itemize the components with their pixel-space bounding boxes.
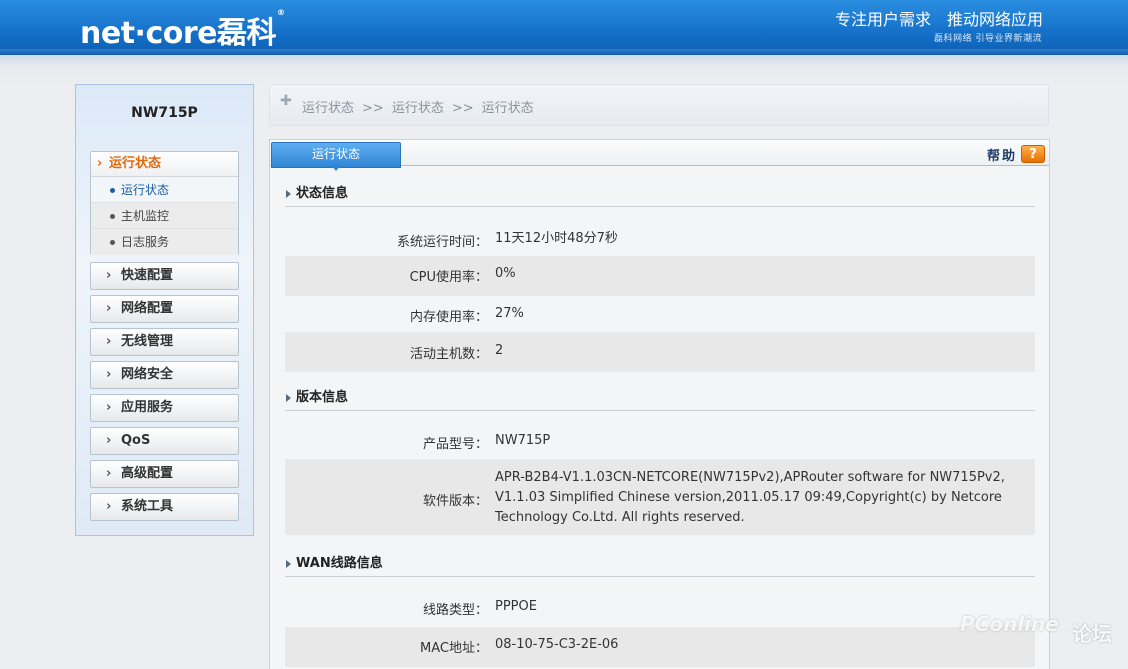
watermark: PConline [960,612,1059,636]
chevron-right-icon: › [106,433,112,448]
nav-advanced[interactable]: › 高级配置 [90,460,239,488]
chevron-right-icon: › [106,466,112,481]
breadcrumb-item[interactable]: 运行状态 [302,101,354,116]
info-row: 系统运行时间： 11天12小时48分7秒 [396,231,618,250]
breadcrumb-separator: >> [362,101,384,116]
info-row: 活动主机数： 2 [285,332,1035,372]
status-panel: 运行状态 帮助 ? 状态信息 系统运行时间： 11天12小时48分7秒 CPU使用… [269,139,1050,669]
triangle-right-icon [286,394,291,402]
slogan-sub: 磊科网络 引导业界新潮流 [934,34,1042,44]
menu-head-status[interactable]: › 运行状态 [91,152,238,177]
sidebar-item-host-monitor[interactable]: 主机监控 [91,203,238,229]
help-label: 帮助 [986,148,1017,164]
header-shadow [0,55,1128,85]
question-icon[interactable]: ? [1021,145,1045,163]
triangle-right-icon [286,560,291,568]
netcore-logo: net·core磊科® [80,8,285,51]
help-button[interactable]: 帮助 ? [987,144,1045,164]
bullet-icon [110,188,115,193]
nav-quick-setup[interactable]: › 快速配置 [90,262,239,290]
chevron-right-icon: › [106,268,112,283]
watermark-forum: 论坛 [1072,622,1112,646]
chevron-right-icon: › [106,367,112,382]
section-status-info: 状态信息 [285,185,1035,207]
sidebar-item-status[interactable]: 运行状态 [91,177,238,203]
chevron-right-icon: › [106,499,112,514]
breadcrumb-item[interactable]: 运行状态 [392,101,444,116]
nav-security[interactable]: › 网络安全 [90,361,239,389]
sidebar-item-log-service[interactable]: 日志服务 [91,229,238,255]
plus-icon: ✚ [280,93,292,109]
nav-wireless[interactable]: › 无线管理 [90,328,239,356]
breadcrumb: ✚ 运行状态 >> 运行状态 >> 运行状态 [269,84,1049,126]
chevron-right-icon: › [106,334,112,349]
info-row: 产品型号： NW715P [422,433,551,452]
nav-qos[interactable]: › QoS [90,427,239,455]
info-row: 线路类型： PPPOE [422,599,537,618]
chevron-right-icon: › [97,156,103,171]
slogan: 专注用户需求 推动网络应用 [834,10,1043,29]
menu-group-status: › 运行状态 运行状态 主机监控 日志服务 [90,151,239,255]
nav-system-tools[interactable]: › 系统工具 [90,493,239,521]
nav-app-service[interactable]: › 应用服务 [90,394,239,422]
section-version-info: 版本信息 [285,389,1035,411]
info-row: 软件版本： APR-B2B4-V1.1.03CN-NETCORE(NW715Pv2… [285,459,1035,535]
sidebar: NW715P › 运行状态 运行状态 主机监控 日志服务 › 快速配置 › 网络配置… [75,84,254,536]
model-name: NW715P [131,105,198,121]
breadcrumb-item: 运行状态 [481,101,534,116]
top-banner: net·core磊科® 专注用户需求 推动网络应用 磊科网络 引导业界新潮流 [0,0,1128,55]
info-row: CPU使用率： 0% [285,256,1035,296]
info-row: MAC地址： 08-10-75-C3-2E-06 [285,627,1035,667]
section-wan-info: WAN线路信息 [285,555,1035,577]
chevron-right-icon: › [106,301,112,316]
chevron-right-icon: › [106,400,112,415]
nav-network-config[interactable]: › 网络配置 [90,295,239,323]
tab-pointer [331,165,341,171]
bullet-icon [110,214,115,219]
info-row: 内存使用率： 27% [409,306,524,325]
breadcrumb-separator: >> [451,101,474,116]
bullet-icon [110,240,115,245]
triangle-right-icon [286,190,291,198]
